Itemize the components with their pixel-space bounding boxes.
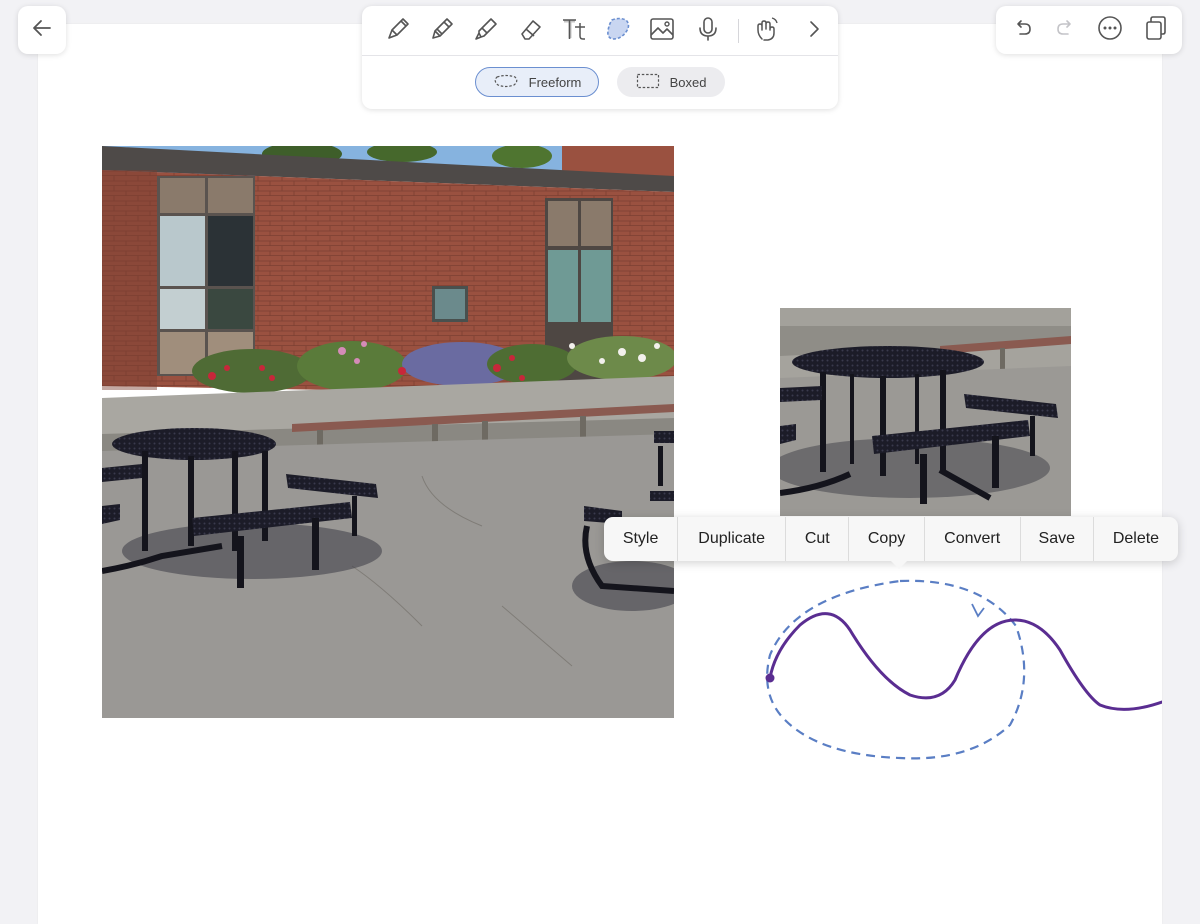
back-button[interactable]	[18, 6, 66, 54]
more-tools-button[interactable]	[798, 15, 830, 47]
ink-stroke-start-dot	[765, 673, 775, 683]
text-tool[interactable]	[558, 15, 590, 47]
toolbar-divider	[738, 19, 739, 43]
document-actions-toolbar	[996, 6, 1182, 54]
boxed-mode-label: Boxed	[669, 74, 707, 90]
freeform-lasso-icon	[493, 74, 519, 91]
boxed-mode-button[interactable]: Boxed	[617, 67, 725, 97]
undo-button[interactable]	[1008, 16, 1036, 44]
redo-button[interactable]	[1052, 16, 1080, 44]
chevron-right-icon	[800, 15, 828, 48]
selection-context-menu: Style Duplicate Cut Copy Convert Save De…	[604, 517, 1178, 561]
toolbar-separator	[362, 55, 838, 56]
context-menu-pointer	[890, 560, 908, 569]
boxed-select-icon	[636, 73, 660, 92]
freeform-mode-button[interactable]: Freeform	[475, 67, 599, 97]
style-menu-item[interactable]: Style	[604, 517, 679, 561]
cut-menu-item[interactable]: Cut	[786, 517, 850, 561]
text-tool-icon	[560, 15, 588, 48]
highlighter-icon	[472, 15, 500, 48]
fountain-pen-icon	[384, 15, 412, 48]
picnic-table-photo[interactable]	[780, 308, 1071, 516]
fountain-pen-tool[interactable]	[382, 15, 414, 47]
image-tool-icon	[648, 15, 676, 48]
courtyard-photo[interactable]	[102, 146, 674, 718]
touch-gesture-tool[interactable]	[750, 15, 782, 47]
eraser-tool[interactable]	[514, 15, 546, 47]
arrow-left-icon	[31, 17, 53, 44]
pencil-tool[interactable]	[426, 15, 458, 47]
lasso-end-marker	[971, 603, 985, 618]
save-menu-item[interactable]: Save	[1021, 517, 1094, 561]
image-tool[interactable]	[646, 15, 678, 47]
more-options-icon	[1097, 15, 1123, 46]
eraser-icon	[516, 15, 544, 48]
audio-tool[interactable]	[692, 15, 724, 47]
copy-menu-item[interactable]: Copy	[849, 517, 925, 561]
freeform-mode-label: Freeform	[528, 74, 582, 90]
more-options-button[interactable]	[1096, 15, 1124, 46]
delete-menu-item[interactable]: Delete	[1094, 517, 1178, 561]
duplicate-menu-item[interactable]: Duplicate	[678, 517, 787, 561]
lasso-tool-icon	[604, 15, 632, 48]
convert-menu-item[interactable]: Convert	[925, 517, 1021, 561]
touch-gesture-icon	[752, 15, 780, 48]
lasso-selection-outline	[766, 579, 1026, 760]
highlighter-tool[interactable]	[470, 15, 502, 47]
redo-icon	[1055, 17, 1077, 44]
ink-drawing-area[interactable]	[740, 570, 1162, 770]
lasso-tool[interactable]	[602, 15, 634, 47]
pages-button[interactable]	[1141, 15, 1169, 46]
drawing-toolbar: Freeform Boxed	[362, 6, 838, 109]
undo-icon	[1011, 17, 1033, 44]
tool-row	[362, 6, 838, 55]
pencil-icon	[428, 15, 456, 48]
pages-icon	[1142, 15, 1168, 46]
microphone-icon	[694, 15, 722, 48]
ink-stroke	[768, 612, 1162, 711]
